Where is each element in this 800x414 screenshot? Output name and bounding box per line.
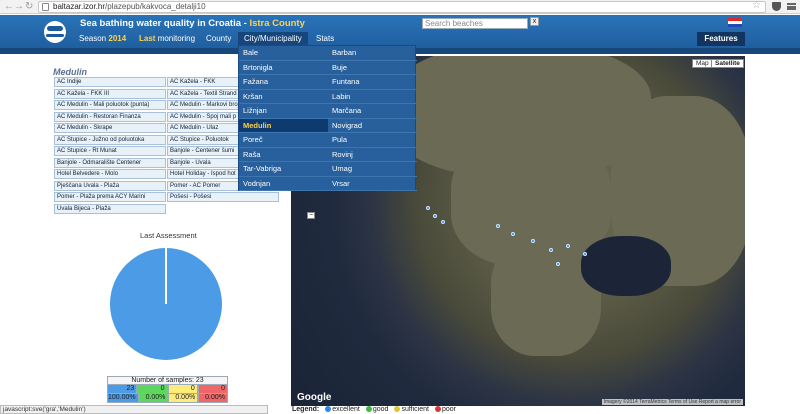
city-option[interactable]: Umag bbox=[328, 162, 417, 177]
pie-divider bbox=[165, 248, 167, 304]
nav-stats[interactable]: Stats bbox=[310, 32, 340, 46]
menu-icon[interactable] bbox=[787, 3, 796, 10]
legend-label: excellent bbox=[332, 406, 360, 413]
samples-label: Number of samples: 23 bbox=[107, 376, 228, 385]
beach-marker[interactable] bbox=[549, 248, 553, 252]
sample-percent: 100.00% bbox=[107, 394, 139, 403]
legend-label: poor bbox=[441, 406, 456, 413]
city-option[interactable]: Novigrad bbox=[328, 119, 417, 134]
counts-row: 23 0 0 0 bbox=[107, 385, 228, 394]
city-option[interactable]: Barban bbox=[328, 46, 417, 61]
sample-count: 0 bbox=[167, 385, 198, 394]
page-icon bbox=[42, 3, 49, 11]
beach-marker[interactable] bbox=[566, 244, 570, 248]
beach-item[interactable]: Pošesi - Pošesi bbox=[167, 192, 279, 202]
reload-icon[interactable]: ↻ bbox=[25, 1, 33, 12]
beach-marker[interactable] bbox=[441, 220, 445, 224]
beach-marker[interactable] bbox=[556, 262, 560, 266]
assessment-title: Last Assessment bbox=[140, 231, 197, 240]
beach-item[interactable]: AC Medulin - Škrape bbox=[54, 123, 166, 133]
url-host: baltazar.izor.hr bbox=[53, 2, 106, 11]
sample-count: 23 bbox=[107, 385, 138, 394]
back-icon[interactable]: ← bbox=[4, 1, 14, 12]
sample-percent: 0.00% bbox=[138, 394, 169, 403]
city-option[interactable]: Ližnjan bbox=[239, 104, 328, 119]
county-name: Istra County bbox=[249, 18, 305, 29]
city-option[interactable]: Brtonigla bbox=[239, 61, 328, 76]
beach-item[interactable]: AC Kažela - FKK III bbox=[54, 88, 166, 99]
site-title: Sea bathing water quality in Croatia - I… bbox=[80, 18, 305, 29]
sample-count: 0 bbox=[197, 385, 228, 394]
percents-row: 100.00% 0.00% 0.00% 0.00% bbox=[107, 394, 228, 403]
beach-item[interactable]: Uvala Bijeca - Plaža bbox=[54, 203, 166, 214]
city-option[interactable]: Vrsar bbox=[328, 177, 417, 192]
beach-item[interactable]: AC Medulin - Mali poluotok (punta) bbox=[54, 100, 166, 110]
city-option[interactable]: Kršan bbox=[239, 90, 328, 105]
address-bar[interactable]: baltazar.izor.hr/plazepub/kakvoca_detalj… bbox=[38, 1, 766, 13]
section-title: Medulin bbox=[53, 67, 87, 77]
legend-dot-sufficient bbox=[394, 406, 401, 412]
legend-dot-excellent bbox=[325, 406, 332, 412]
city-option[interactable]: Labin bbox=[328, 90, 417, 105]
city-option[interactable]: Tar-Vabriga bbox=[239, 162, 328, 177]
city-option[interactable]: Vodnjan bbox=[239, 177, 328, 192]
city-option[interactable]: Poreč bbox=[239, 133, 328, 148]
sample-percent: 0.00% bbox=[198, 394, 228, 403]
forward-icon[interactable]: → bbox=[14, 1, 24, 12]
legend-label: sufficient bbox=[401, 406, 429, 413]
nav-county[interactable]: County bbox=[200, 32, 237, 46]
map-legend: Legend: excellent good sufficient poor bbox=[292, 406, 456, 413]
logo[interactable] bbox=[44, 21, 66, 43]
city-option[interactable]: Bale bbox=[239, 46, 328, 61]
beach-marker[interactable] bbox=[583, 252, 587, 256]
browser-toolbar: ← → ↻ baltazar.izor.hr/plazepub/kakvoca_… bbox=[0, 0, 800, 14]
beach-marker[interactable] bbox=[433, 214, 437, 218]
flag-icon[interactable] bbox=[728, 18, 742, 27]
beach-item[interactable]: Pomer - Plaža prema ACY Marini bbox=[54, 192, 166, 202]
shield-icon[interactable] bbox=[772, 2, 781, 11]
beach-item[interactable]: AC Medulin - Restoran Finanza bbox=[54, 111, 166, 122]
search-input[interactable]: Search beaches bbox=[422, 18, 528, 29]
nav-city[interactable]: City/Municipality bbox=[238, 32, 308, 46]
city-option[interactable]: Marčana bbox=[328, 104, 417, 119]
sample-percent: 0.00% bbox=[168, 394, 199, 403]
beach-item[interactable]: Pješčana Uvala - Plaža bbox=[54, 180, 166, 191]
satellite-button[interactable]: Satellite bbox=[711, 59, 744, 68]
nav-season[interactable]: Season 2014 bbox=[73, 32, 132, 46]
legend-dot-good bbox=[365, 406, 372, 412]
city-option[interactable]: Pula bbox=[328, 133, 417, 148]
beach-item[interactable]: AC Stupice - Rt Munat bbox=[54, 146, 166, 156]
beach-marker[interactable] bbox=[531, 239, 535, 243]
assessment-pie bbox=[110, 248, 222, 360]
sample-count: 0 bbox=[137, 385, 168, 394]
star-icon[interactable]: ☆ bbox=[752, 0, 761, 11]
zoom-out-button[interactable]: − bbox=[307, 212, 315, 219]
city-dropdown: Bale Brtonigla Fažana Kršan Ližnjan Medulin Po… bbox=[238, 45, 417, 192]
beach-item[interactable]: AC Indije bbox=[54, 77, 166, 87]
city-option[interactable]: Rovinj bbox=[328, 148, 417, 163]
search-button[interactable]: x bbox=[530, 17, 539, 26]
legend-dot-poor bbox=[434, 406, 441, 412]
nav-last-monitoring[interactable]: Last monitoring bbox=[133, 32, 201, 46]
beach-marker[interactable] bbox=[426, 206, 430, 210]
beach-item[interactable]: Banjole - Odmaralište Centener bbox=[54, 157, 166, 168]
beach-item[interactable]: AC Stupice - Južno od poluotoka bbox=[54, 134, 166, 145]
features-button[interactable]: Features bbox=[697, 32, 745, 46]
beach-marker[interactable] bbox=[496, 224, 500, 228]
city-option[interactable]: Buje bbox=[328, 61, 417, 76]
status-bar: javascript:sve('gra','Medulin') bbox=[0, 405, 268, 414]
map-attribution[interactable]: Imagery ©2014 TerraMetrics Terms of Use … bbox=[601, 399, 743, 405]
map-button[interactable]: Map bbox=[692, 59, 713, 68]
legend-label: good bbox=[372, 406, 389, 413]
samples-table: Number of samples: 23 23 0 0 0 100.00% 0.00%… bbox=[107, 376, 228, 403]
city-option[interactable]: Fažana bbox=[239, 75, 328, 90]
url-path: /plazepub/kakvoca_detalji10 bbox=[105, 2, 206, 11]
google-logo: Google bbox=[297, 392, 332, 403]
city-option[interactable]: Funtana bbox=[328, 75, 417, 90]
beach-item[interactable]: Hotel Belvedere - Molo bbox=[54, 169, 166, 179]
city-option[interactable]: Raša bbox=[239, 148, 328, 163]
beach-marker[interactable] bbox=[511, 232, 515, 236]
city-option[interactable]: Medulin bbox=[239, 118, 328, 134]
